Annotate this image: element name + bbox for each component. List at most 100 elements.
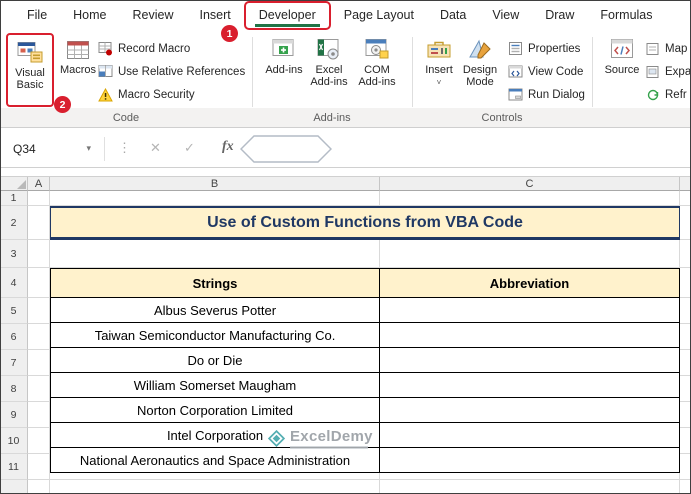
chevron-down-icon[interactable]: ▾ [86,143,91,154]
grid-cell[interactable] [28,206,50,240]
grid-cell[interactable] [50,480,380,494]
properties-button[interactable]: Properties [508,39,580,58]
row-header[interactable]: 9 [0,402,28,428]
tab-home[interactable]: Home [60,1,119,30]
tab-data[interactable]: Data [427,1,479,30]
grid-cell[interactable] [680,298,691,324]
enter-icon[interactable]: ✓ [184,140,195,156]
grid-cell[interactable] [50,240,380,268]
name-box[interactable]: Q34 ▾ [4,135,98,162]
table-header-abbreviation[interactable]: Abbreviation [380,269,679,297]
macro-security-button[interactable]: Macro Security [98,85,195,104]
grid-cell[interactable] [28,454,50,480]
select-all-button[interactable] [0,177,28,191]
grid-cell[interactable] [28,350,50,376]
grid-cell[interactable] [28,324,50,350]
column-header-a[interactable]: A [28,177,50,191]
tab-insert[interactable]: Insert [187,1,244,30]
map-properties-button[interactable]: Map [646,39,687,58]
grid-cell[interactable] [680,428,691,454]
fx-icon[interactable]: fx [222,139,234,155]
grid-cell[interactable] [380,480,680,494]
tab-file[interactable]: File [14,1,60,30]
row-header[interactable]: 11 [0,454,28,480]
title-cell[interactable]: Use of Custom Functions from VBA Code [50,206,680,240]
more-dots-icon[interactable]: ⋮ [118,140,131,156]
grid-cell[interactable] [680,240,691,268]
grid-cell[interactable] [680,191,691,206]
row-header[interactable]: 7 [0,350,28,376]
row-header[interactable]: 3 [0,240,28,268]
tab-review[interactable]: Review [120,1,187,30]
table-cell-string[interactable]: William Somerset Maugham [51,373,380,397]
table-cell-empty[interactable] [380,423,679,447]
table-cell-string[interactable]: Taiwan Semiconductor Manufacturing Co. [51,323,380,347]
row-header[interactable]: 6 [0,324,28,350]
grid-cell[interactable] [380,191,680,206]
grid-cell[interactable] [28,268,50,298]
insert-control-button[interactable]: Insert ˅ [422,37,456,87]
table-cell-empty[interactable] [380,448,679,472]
tab-formulas[interactable]: Formulas [587,1,665,30]
table-row: William Somerset Maugham [51,372,679,397]
excel-add-ins-button[interactable]: Excel Add-ins [306,37,352,88]
macros-button[interactable]: Macros [60,39,96,95]
grid-cell[interactable] [28,191,50,206]
tab-view[interactable]: View [479,1,532,30]
grid-cell[interactable] [28,298,50,324]
table-cell-empty[interactable] [380,348,679,372]
use-relative-references-button[interactable]: Use Relative References [98,62,245,81]
grid-cell[interactable] [680,402,691,428]
grid-cell[interactable] [680,350,691,376]
column-header-c[interactable]: C [380,177,680,191]
group-label-band: Code Add-ins Controls [0,108,691,127]
grid-cell[interactable] [28,480,50,494]
table-cell-empty[interactable] [380,373,679,397]
grid-cell[interactable] [28,240,50,268]
grid-cell[interactable] [680,480,691,494]
grid-cell[interactable] [28,376,50,402]
table-cell-string[interactable]: Do or Die [51,348,380,372]
run-dialog-button[interactable]: Run Dialog [508,85,585,104]
row-header[interactable]: 8 [0,376,28,402]
tab-draw[interactable]: Draw [532,1,587,30]
tab-developer[interactable]: Developer [243,1,331,30]
tab-page-layout[interactable]: Page Layout [331,1,427,30]
controls-group-label: Controls [481,112,523,124]
column-header-partial[interactable] [680,177,691,191]
row-header[interactable]: 10 [0,428,28,454]
grid-cell[interactable] [680,376,691,402]
grid-cell[interactable] [680,206,691,240]
table-header-strings[interactable]: Strings [51,269,380,297]
cancel-icon[interactable]: ✕ [150,140,161,156]
column-header-b[interactable]: B [50,177,380,191]
table-cell-string[interactable]: Norton Corporation Limited [51,398,380,422]
grid-cell[interactable] [680,268,691,298]
grid-cell[interactable] [680,454,691,480]
row-header[interactable]: 4 [0,268,28,298]
view-code-button[interactable]: View Code [508,62,583,81]
add-ins-button[interactable]: Add-ins [264,37,304,76]
record-macro-button[interactable]: Record Macro [98,39,190,58]
grid-cell[interactable] [28,428,50,454]
grid-cell[interactable] [680,324,691,350]
table-cell-empty[interactable] [380,298,679,322]
row-header[interactable]: 1 [0,191,28,206]
com-add-ins-button[interactable]: COM Add-ins [354,37,400,88]
row-header[interactable]: 5 [0,298,28,324]
row-header[interactable]: 2 [0,206,28,240]
visual-basic-button[interactable]: Visual Basic [6,33,54,107]
grid-cell[interactable] [50,191,380,206]
grid-cell[interactable] [380,240,680,268]
refresh-data-button[interactable]: Refr [646,85,687,104]
source-button[interactable]: Source [602,37,642,76]
table-cell-string[interactable]: National Aeronautics and Space Administr… [51,448,380,472]
table-cell-empty[interactable] [380,398,679,422]
grid-cell[interactable] [28,402,50,428]
table-cell-empty[interactable] [380,323,679,347]
formula-input[interactable] [340,136,688,161]
expansion-packs-button[interactable]: Expa [646,62,691,81]
table-cell-string[interactable]: Albus Severus Potter [51,298,380,322]
row-header-partial[interactable] [0,480,28,494]
design-mode-button[interactable]: Design Mode [458,37,502,88]
